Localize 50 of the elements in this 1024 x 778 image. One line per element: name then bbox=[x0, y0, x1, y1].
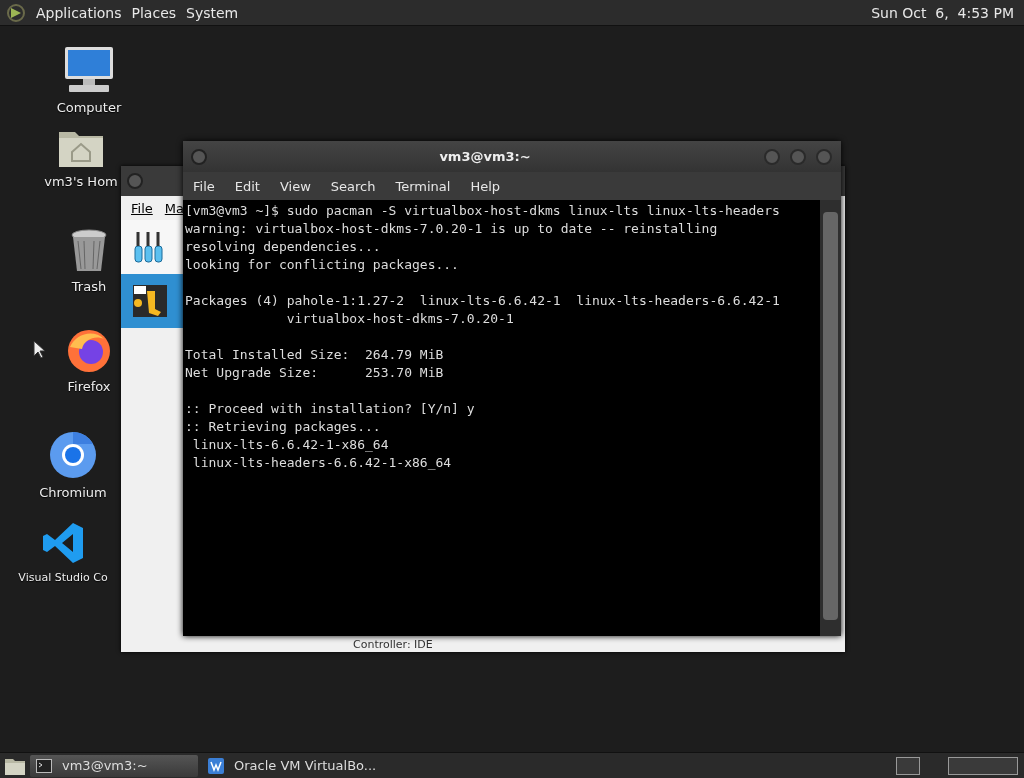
menu-item[interactable]: View bbox=[279, 178, 311, 194]
firefox-icon[interactable] bbox=[66, 327, 112, 373]
workspace-switcher[interactable] bbox=[948, 756, 1018, 775]
vm-os-icon bbox=[133, 285, 167, 317]
terminal-line: :: Retrieving packages... bbox=[185, 418, 382, 436]
menu-item[interactable]: Help bbox=[470, 178, 501, 194]
icon-label: vm3's Hom bbox=[44, 174, 118, 189]
trash-icon[interactable] bbox=[70, 229, 108, 273]
terminal-line: Packages (4) pahole-1:1.27-2 linux-lts-6.6.42-1 linux-lts-headers-6.6.42-1 bbox=[185, 292, 781, 310]
scrollbar[interactable] bbox=[820, 200, 841, 636]
vm-list-item[interactable] bbox=[121, 274, 183, 328]
terminal-line: warning: virtualbox-host-dkms-7.0.20-1 is up to date -- reinstalling bbox=[185, 220, 719, 238]
app-icon bbox=[208, 757, 224, 774]
menu-item[interactable]: Search bbox=[330, 178, 376, 194]
terminal-line: resolving dependencies... bbox=[185, 238, 382, 256]
terminal-line: looking for conflicting packages... bbox=[185, 256, 460, 274]
mouse-pointer-icon bbox=[33, 340, 45, 358]
taskbar-button[interactable]: Oracle VM VirtualBo... bbox=[202, 754, 383, 777]
terminal-line: [vm3@vm3 ~]$ sudo pacman -S virtualbox-host-dkms linux-lts linux-lts-headers bbox=[185, 202, 781, 220]
terminal-line: linux-lts-6.6.42-1-x86_64 bbox=[191, 436, 390, 454]
terminal-line: virtualbox-host-dkms-7.0.20-1 bbox=[285, 310, 515, 328]
clock: Sun Oct 6, 4:53 PM bbox=[871, 4, 1014, 21]
icon-label: Chromium bbox=[39, 485, 107, 500]
menu-logo-icon[interactable] bbox=[6, 2, 26, 23]
tools-icon bbox=[133, 230, 165, 264]
menu-item[interactable]: File bbox=[193, 178, 215, 194]
window-title: vm3@vm3:~ bbox=[438, 149, 532, 164]
taskbar-button[interactable]: vm3@vm3:~ bbox=[30, 754, 198, 777]
icon-label: Trash bbox=[71, 279, 107, 294]
panel-menu[interactable]: System bbox=[186, 4, 239, 21]
terminal-icon bbox=[36, 758, 52, 773]
icon-label: Firefox bbox=[67, 379, 111, 394]
icon-label: Visual Studio Co bbox=[18, 571, 108, 584]
menu-item[interactable]: Edit bbox=[234, 178, 260, 194]
vm-list-item[interactable] bbox=[121, 220, 183, 274]
terminal-line: :: Proceed with installation? [Y/n] y bbox=[185, 400, 476, 418]
icon-label: Computer bbox=[56, 100, 122, 115]
menu-item[interactable]: Ma bbox=[164, 200, 184, 216]
panel-menu[interactable]: Places bbox=[131, 4, 177, 21]
code-editor-icon[interactable] bbox=[41, 521, 85, 565]
menu-item[interactable]: Terminal bbox=[395, 178, 451, 194]
status-text: Controller: IDE bbox=[353, 638, 433, 652]
menu-item[interactable]: File bbox=[131, 200, 153, 216]
chromium-icon[interactable] bbox=[49, 431, 97, 479]
terminal-line: linux-lts-headers-6.6.42-1-x86_64 bbox=[191, 454, 453, 472]
workspace-switcher[interactable] bbox=[896, 756, 920, 775]
terminal-line: Net Upgrade Size: 253.70 MiB bbox=[185, 364, 445, 382]
computer-icon[interactable] bbox=[63, 46, 115, 94]
terminal-line: Total Installed Size: 264.79 MiB bbox=[185, 346, 445, 364]
panel-menu[interactable]: Applications bbox=[36, 4, 122, 21]
